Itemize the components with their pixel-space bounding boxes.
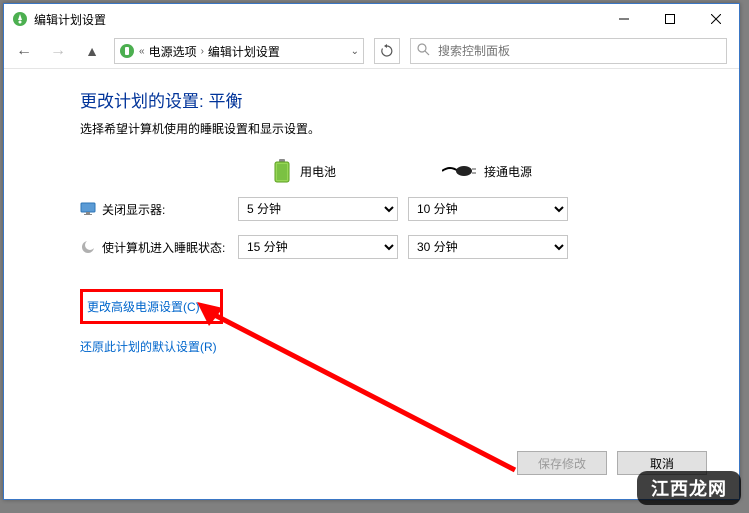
forward-button[interactable]: → xyxy=(46,39,70,63)
column-header-plugged: 接通电源 xyxy=(408,163,578,180)
battery-label: 用电池 xyxy=(300,163,336,180)
window-title: 编辑计划设置 xyxy=(34,11,106,28)
watermark: 江西龙网 xyxy=(637,471,741,505)
advanced-settings-link[interactable]: 更改高级电源设置(C) xyxy=(87,298,200,315)
minimize-button[interactable] xyxy=(601,4,647,34)
refresh-button[interactable] xyxy=(374,38,400,64)
plugged-label: 接通电源 xyxy=(484,163,532,180)
monitor-icon xyxy=(80,201,96,217)
display-off-label: 关闭显示器: xyxy=(102,201,165,218)
row-label-sleep: 使计算机进入睡眠状态: xyxy=(80,239,238,256)
breadcrumb-item-2[interactable]: 编辑计划设置 xyxy=(208,43,280,60)
links-area: 更改高级电源设置(C) 还原此计划的默认设置(R) xyxy=(80,289,739,355)
plug-icon xyxy=(442,163,476,179)
breadcrumb-icon xyxy=(119,43,135,59)
search-input[interactable] xyxy=(436,43,720,59)
page-heading: 更改计划的设置: 平衡 xyxy=(80,87,739,112)
restore-defaults-link[interactable]: 还原此计划的默认设置(R) xyxy=(80,338,217,355)
breadcrumb-dropdown-icon[interactable]: ⌄ xyxy=(351,46,359,57)
up-button[interactable]: ▲ xyxy=(80,39,104,63)
sleep-battery-select[interactable]: 15 分钟 xyxy=(238,235,398,259)
search-box[interactable] xyxy=(410,38,727,64)
content-area: 更改计划的设置: 平衡 选择希望计算机使用的睡眠设置和显示设置。 用电池 xyxy=(4,69,739,355)
display-plugged-select[interactable]: 10 分钟 xyxy=(408,197,568,221)
page-subtext: 选择希望计算机使用的睡眠设置和显示设置。 xyxy=(80,120,739,137)
search-icon xyxy=(417,43,430,59)
maximize-button[interactable] xyxy=(647,4,693,34)
close-button[interactable] xyxy=(693,4,739,34)
highlight-box: 更改高级电源设置(C) xyxy=(80,289,223,324)
breadcrumb-item-1[interactable]: 电源选项 xyxy=(149,43,197,60)
sleep-plugged-select[interactable]: 30 分钟 xyxy=(408,235,568,259)
window-frame: 编辑计划设置 ← → ▲ « 电源选项 › 编辑计划设置 ⌄ xyxy=(3,3,740,500)
bc-sep-icon: « xyxy=(139,46,145,57)
nav-row: ← → ▲ « 电源选项 › 编辑计划设置 ⌄ xyxy=(4,34,739,68)
window-controls xyxy=(601,4,739,34)
app-icon xyxy=(12,11,28,27)
breadcrumb[interactable]: « 电源选项 › 编辑计划设置 ⌄ xyxy=(114,38,364,64)
save-button[interactable]: 保存修改 xyxy=(517,451,607,475)
battery-icon xyxy=(272,159,292,183)
back-button[interactable]: ← xyxy=(12,39,36,63)
column-header-battery: 用电池 xyxy=(238,159,408,183)
moon-icon xyxy=(80,239,96,255)
settings-grid: 用电池 接通电源 关闭显示器: 5 分钟 xyxy=(80,159,739,259)
display-battery-select[interactable]: 5 分钟 xyxy=(238,197,398,221)
titlebar: 编辑计划设置 xyxy=(4,4,739,34)
row-label-display: 关闭显示器: xyxy=(80,201,238,218)
chevron-right-icon: › xyxy=(201,46,204,57)
sleep-label: 使计算机进入睡眠状态: xyxy=(102,239,225,256)
